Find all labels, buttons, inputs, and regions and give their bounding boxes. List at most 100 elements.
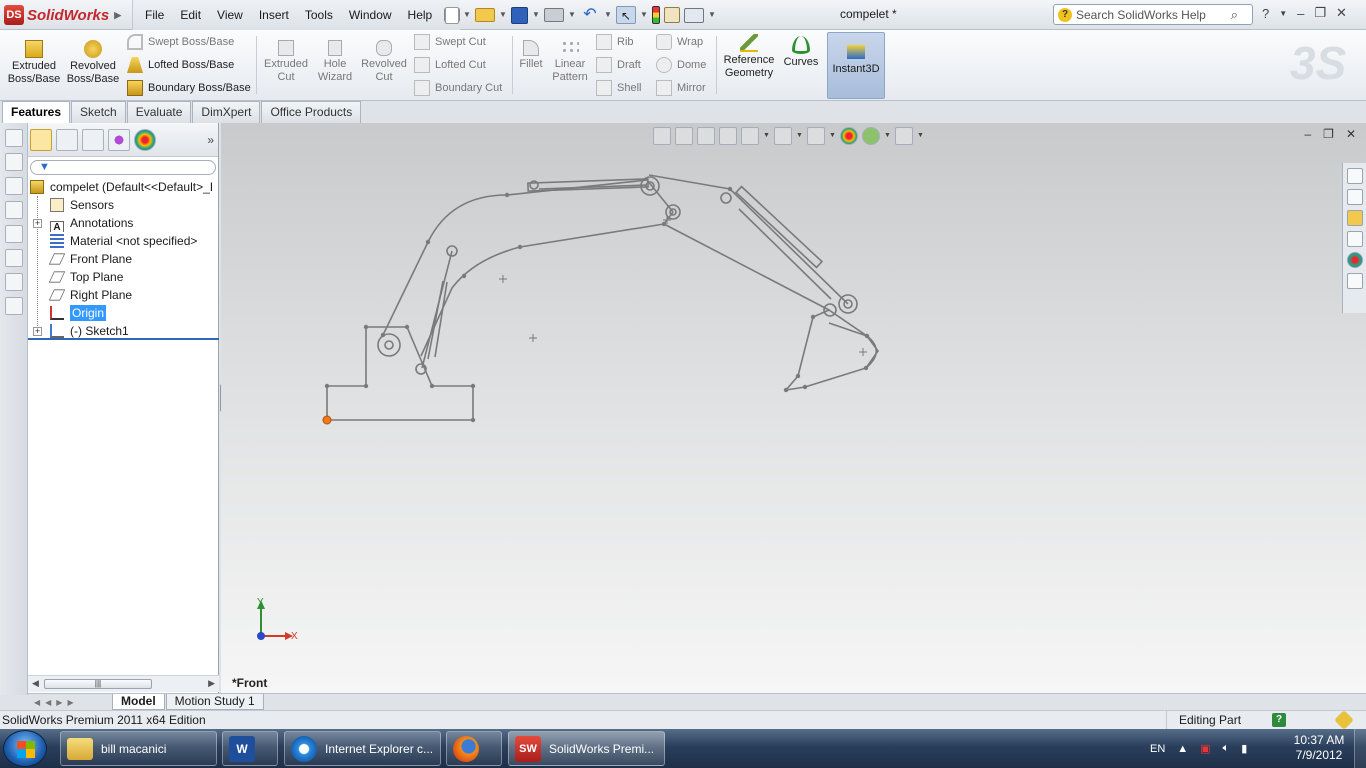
tree-item-top-plane[interactable]: Top Plane <box>28 268 218 286</box>
strip-tool-icon[interactable] <box>4 297 23 315</box>
menu-edit[interactable]: Edit <box>172 0 209 30</box>
strip-tool-icon[interactable] <box>4 201 23 219</box>
swept-boss-button[interactable]: Swept Boss/Base <box>127 32 234 52</box>
extruded-cut-button[interactable]: Extruded Cut <box>260 30 312 100</box>
sketch-origin-point[interactable] <box>322 415 332 425</box>
expand-tabs-icon[interactable]: » <box>207 133 214 147</box>
scroll-left-icon[interactable]: ◀ <box>32 678 39 689</box>
help-icon[interactable]: ? <box>1262 6 1269 21</box>
network-signal-icon[interactable]: ▮ <box>1241 742 1247 755</box>
strip-tool-icon[interactable] <box>4 177 23 195</box>
options-dropdown-icon[interactable]: ▼ <box>708 6 716 24</box>
system-clock[interactable]: 10:37 AM 7/9/2012 <box>1290 733 1348 763</box>
custom-tag-icon[interactable] <box>1334 710 1354 730</box>
feature-tree-tab-icon[interactable] <box>30 128 52 151</box>
reference-geometry-button[interactable]: Reference Geometry <box>720 30 778 100</box>
open-dropdown-icon[interactable]: ▼ <box>499 6 507 24</box>
property-manager-tab-icon[interactable] <box>56 128 78 151</box>
volume-icon[interactable]: 🔈︎ <box>1223 742 1230 755</box>
print-dropdown-icon[interactable]: ▼ <box>568 6 576 24</box>
graphics-area[interactable]: ▼ ▼ ▼ ▼ ▼ – ❐ ✕ Y X *Front <box>221 123 1366 695</box>
tab-model[interactable]: Model <box>112 694 165 710</box>
fillet-button[interactable]: Fillet <box>516 30 546 100</box>
tab-office-products[interactable]: Office Products <box>261 101 362 123</box>
strip-tool-icon[interactable] <box>4 225 23 243</box>
taskbar-internet-explorer[interactable]: Internet Explorer c... <box>284 731 441 766</box>
strip-tool-icon[interactable] <box>4 129 23 147</box>
horizontal-scrollbar[interactable]: ◀ ||| ▶ <box>28 675 219 692</box>
close-icon[interactable]: ✕ <box>1336 5 1347 21</box>
taskbar-word[interactable]: W <box>222 731 278 766</box>
save-dropdown-icon[interactable]: ▼ <box>532 6 540 24</box>
boundary-cut-button[interactable]: Boundary Cut <box>414 78 502 98</box>
search-icon[interactable]: ⌕ <box>1231 7 1238 23</box>
expand-icon[interactable]: + <box>33 219 42 228</box>
search-help-input[interactable]: ? Search SolidWorks Help ⌕ <box>1053 4 1253 25</box>
mirror-button[interactable]: Mirror <box>656 78 706 98</box>
taskbar-solidworks[interactable]: SW SolidWorks Premi... <box>508 731 665 766</box>
draft-button[interactable]: Draft <box>596 55 641 75</box>
extruded-boss-button[interactable]: Extruded Boss/Base <box>6 30 62 100</box>
curves-button[interactable]: Curves <box>780 30 822 100</box>
instant3d-button[interactable]: Instant3D <box>827 32 885 99</box>
sketch1-excavator-drawing[interactable]: Y X <box>221 123 1366 695</box>
menu-view[interactable]: View <box>209 0 251 30</box>
language-indicator[interactable]: EN <box>1150 743 1165 755</box>
feature-filter-input[interactable]: ▼ <box>30 160 216 175</box>
tab-features[interactable]: Features <box>2 101 71 123</box>
start-button[interactable] <box>3 730 47 767</box>
tree-root-part[interactable]: compelet (Default<<Default>_I <box>28 178 218 196</box>
tab-navigation-arrows[interactable]: ◀◀▶▶ <box>28 698 112 707</box>
show-desktop-button[interactable] <box>1354 729 1366 768</box>
network-alert-icon[interactable]: ▣ <box>1200 742 1210 755</box>
undo-icon[interactable]: ↶ <box>580 6 600 24</box>
restore-icon[interactable]: ❐ <box>1314 5 1326 21</box>
revolved-boss-button[interactable]: Revolved Boss/Base <box>64 30 122 100</box>
tree-item-origin[interactable]: Origin <box>28 304 218 322</box>
menu-tools[interactable]: Tools <box>297 0 341 30</box>
menu-window[interactable]: Window <box>341 0 400 30</box>
tree-item-sensors[interactable]: Sensors <box>28 196 218 214</box>
rib-button[interactable]: Rib <box>596 32 634 52</box>
strip-tool-icon[interactable] <box>4 249 23 267</box>
configuration-manager-tab-icon[interactable] <box>82 128 104 151</box>
rebuild-traffic-light-icon[interactable] <box>652 6 660 24</box>
new-document-icon[interactable] <box>445 6 459 24</box>
tab-motion-study-1[interactable]: Motion Study 1 <box>165 694 264 710</box>
help-dropdown-icon[interactable]: ▼ <box>1279 9 1287 18</box>
undo-dropdown-icon[interactable]: ▼ <box>604 6 612 24</box>
menu-file[interactable]: File <box>137 0 172 30</box>
display-manager-tab-icon[interactable] <box>134 128 156 151</box>
lofted-boss-button[interactable]: Lofted Boss/Base <box>127 55 234 75</box>
print-icon[interactable] <box>544 8 564 22</box>
minimize-icon[interactable]: – <box>1297 6 1304 21</box>
boundary-boss-button[interactable]: Boundary Boss/Base <box>127 78 251 98</box>
taskbar-folder-bill-macanici[interactable]: bill macanici <box>60 731 217 766</box>
strip-tool-icon[interactable] <box>4 273 23 291</box>
open-folder-icon[interactable] <box>475 8 495 22</box>
tree-item-right-plane[interactable]: Right Plane <box>28 286 218 304</box>
wrap-button[interactable]: Wrap <box>656 32 703 52</box>
tree-item-material[interactable]: Material <not specified> <box>28 232 218 250</box>
strip-tool-icon[interactable] <box>4 153 23 171</box>
dimxpert-manager-tab-icon[interactable] <box>108 128 130 151</box>
dome-button[interactable]: Dome <box>656 55 706 75</box>
solidworks-logo[interactable]: DS SolidWorks ▶ <box>4 4 122 26</box>
tab-sketch[interactable]: Sketch <box>71 101 126 123</box>
tree-item-annotations[interactable]: + A Annotations <box>28 214 218 232</box>
select-dropdown-icon[interactable]: ▼ <box>640 6 648 24</box>
rollback-bar[interactable] <box>28 338 219 340</box>
scroll-right-icon[interactable]: ▶ <box>208 678 215 689</box>
save-icon[interactable] <box>511 6 528 24</box>
file-properties-icon[interactable] <box>664 7 680 23</box>
quick-tips-help-icon[interactable]: ? <box>1272 713 1286 727</box>
hole-wizard-button[interactable]: Hole Wizard <box>313 30 357 100</box>
select-pointer-icon[interactable]: ↖ <box>616 6 636 24</box>
menu-insert[interactable]: Insert <box>251 0 297 30</box>
taskbar-firefox[interactable] <box>446 731 502 766</box>
expand-icon[interactable]: + <box>33 327 42 336</box>
revolved-cut-button[interactable]: Revolved Cut <box>358 30 410 100</box>
new-dropdown-icon[interactable]: ▼ <box>463 6 471 24</box>
linear-pattern-button[interactable]: Linear Pattern <box>548 30 592 100</box>
show-hidden-icons-icon[interactable]: ▲ <box>1177 743 1188 755</box>
